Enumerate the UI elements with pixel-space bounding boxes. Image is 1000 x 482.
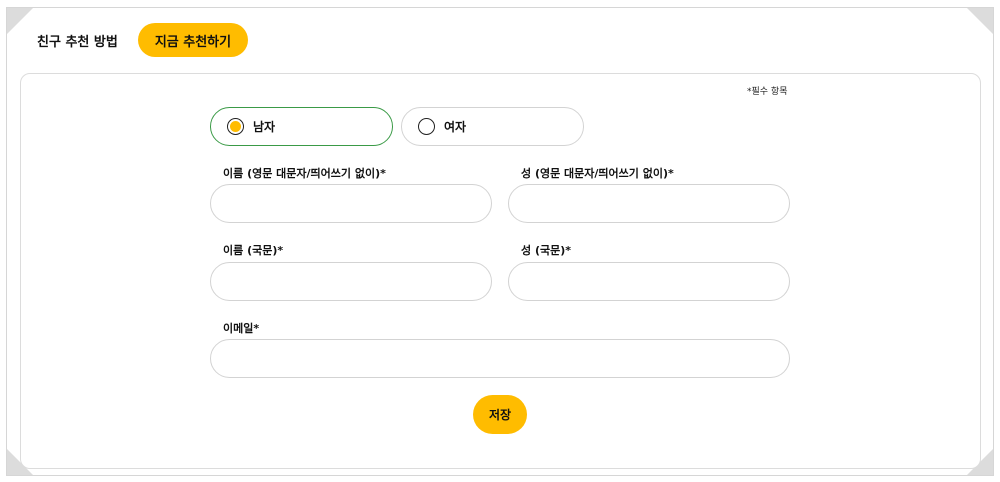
first-name-kr-label: 이름 (국문)* — [223, 244, 284, 257]
required-fields-note: *필수 항목 — [747, 87, 788, 97]
tab-bar: 친구 추천 방법 지금 추천하기 — [37, 23, 249, 57]
corner-decoration — [967, 8, 993, 34]
radio-unchecked-icon — [418, 118, 435, 135]
gender-female-label: 여자 — [444, 120, 467, 134]
corner-decoration — [7, 8, 33, 34]
email-input[interactable] — [210, 339, 790, 378]
last-name-en-input[interactable] — [508, 184, 790, 223]
tab-referral-method[interactable]: 친구 추천 방법 — [37, 31, 118, 50]
radio-checked-icon — [227, 118, 244, 135]
last-name-kr-input[interactable] — [508, 262, 790, 301]
gender-female-option[interactable]: 여자 — [401, 107, 584, 146]
save-button[interactable]: 저장 — [473, 395, 527, 434]
first-name-en-input[interactable] — [210, 184, 492, 223]
first-name-kr-input[interactable] — [210, 262, 492, 301]
gender-male-label: 남자 — [253, 120, 276, 134]
tab-recommend-now[interactable]: 지금 추천하기 — [137, 23, 249, 57]
first-name-en-label: 이름 (영문 대문자/띄어쓰기 없이)* — [223, 167, 386, 180]
email-label: 이메일* — [223, 322, 260, 335]
gender-male-option[interactable]: 남자 — [210, 107, 393, 146]
last-name-kr-label: 성 (국문)* — [521, 244, 571, 257]
last-name-en-label: 성 (영문 대문자/띄어쓰기 없이)* — [521, 167, 674, 180]
